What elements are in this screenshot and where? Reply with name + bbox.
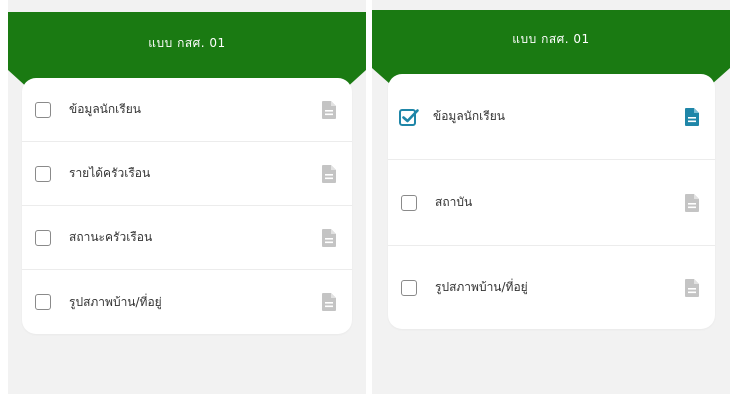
checkbox[interactable]	[35, 229, 51, 246]
right-header-title: แบบ กสศ. 01	[512, 31, 590, 46]
list-item[interactable]: สถานะครัวเรือน	[22, 206, 352, 270]
list-item[interactable]: รายได้ครัวเรือน	[22, 142, 352, 206]
document-icon[interactable]	[322, 293, 336, 311]
list-item-label: รูปสภาพบ้าน/ที่อยู่	[69, 294, 162, 309]
document-icon[interactable]	[685, 278, 699, 297]
checkbox[interactable]	[35, 294, 51, 310]
checkbox[interactable]	[35, 165, 51, 182]
left-screen: แบบ กสศ. 01 ข้อมูลนักเรียน รายได้ครัวเรื…	[8, 0, 366, 394]
list-item-label: ข้อมูลนักเรียน	[433, 109, 505, 123]
right-item-card: ข้อมูลนักเรียน สถาบัน รูปสภาพบ้าน/ที่อยู…	[388, 74, 715, 329]
document-icon[interactable]	[322, 228, 336, 247]
list-item-label: รูปสภาพบ้าน/ที่อยู่	[435, 280, 528, 294]
list-item-label: ข้อมูลนักเรียน	[69, 102, 141, 116]
left-header-title: แบบ กสศ. 01	[148, 35, 226, 50]
list-item[interactable]: รูปสภาพบ้าน/ที่อยู่	[388, 246, 715, 329]
checkbox-checked[interactable]	[399, 108, 419, 126]
list-item[interactable]: ข้อมูลนักเรียน	[22, 78, 352, 142]
list-item[interactable]: สถาบัน	[388, 160, 715, 246]
checkbox[interactable]	[401, 194, 417, 211]
checkbox[interactable]	[35, 101, 51, 118]
document-icon[interactable]	[322, 164, 336, 183]
left-item-card: ข้อมูลนักเรียน รายได้ครัวเรือน สถานะครัว…	[22, 78, 352, 334]
list-item-label: สถานะครัวเรือน	[69, 230, 153, 244]
document-icon[interactable]	[685, 193, 699, 212]
list-item-label: รายได้ครัวเรือน	[69, 166, 151, 180]
list-item-label: สถาบัน	[435, 195, 473, 209]
list-item[interactable]: รูปสภาพบ้าน/ที่อยู่	[22, 270, 352, 334]
right-screen: แบบ กสศ. 01 ข้อมูลนักเรียน สถาบัน รูปสภา…	[372, 0, 730, 394]
list-item[interactable]: ข้อมูลนักเรียน	[388, 74, 715, 160]
document-icon[interactable]	[322, 100, 336, 119]
document-icon[interactable]	[685, 107, 699, 126]
checkbox[interactable]	[401, 279, 417, 296]
